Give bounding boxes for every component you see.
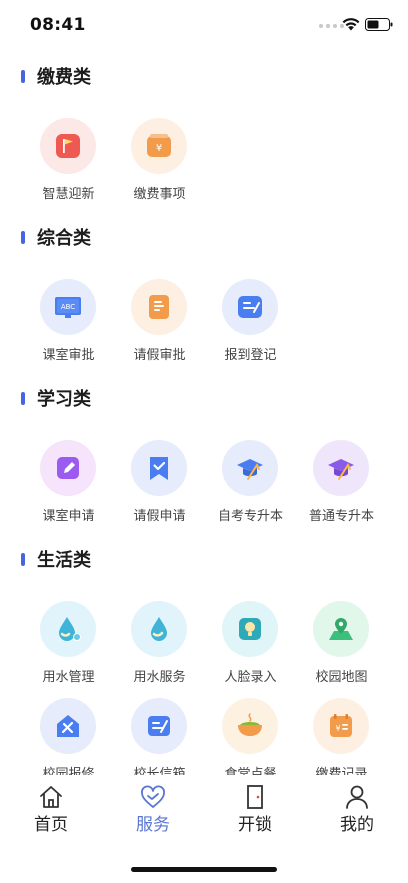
service-water-service[interactable]: 用水服务 (114, 585, 205, 685)
section-title: 生活类 (37, 550, 91, 571)
service-regular-upgrade[interactable]: 普通专升本 (296, 424, 387, 524)
water-drop-gear-icon (59, 617, 81, 641)
door-icon (247, 785, 263, 809)
water-drop-icon (151, 617, 167, 641)
service-label: 普通专升本 (308, 509, 374, 524)
map-pin-icon (329, 618, 353, 640)
section-accent-bar (21, 553, 25, 566)
yuan-wallet-icon: ¥ (147, 134, 171, 157)
repair-house-icon (57, 715, 79, 737)
face-scan-icon (239, 618, 261, 640)
service-label: 请假审批 (133, 348, 186, 363)
service-label: 自考专升本 (217, 509, 283, 524)
bookmark-check-icon (150, 457, 168, 480)
service-label: 智慧迎新 (42, 187, 95, 202)
service-principal-mailbox[interactable]: 校长信箱 (114, 682, 205, 775)
tab-unlock[interactable]: 开锁 (204, 777, 306, 837)
payment-record-icon: ¥ (330, 714, 352, 737)
service-leave-application[interactable]: 请假申请 (114, 424, 205, 524)
section-accent-bar (21, 231, 25, 244)
service-leave-approval[interactable]: 请假审批 (114, 263, 205, 363)
service-checkin-registration[interactable]: 报到登记 (205, 263, 296, 363)
section-header: 生活类 (0, 545, 408, 575)
service-classroom-application[interactable]: 课室申请 (23, 424, 114, 524)
tab-mine[interactable]: 我的 (306, 777, 408, 837)
service-label: 校长信箱 (133, 767, 186, 775)
service-label: 课室申请 (42, 509, 95, 524)
graduation-cap-purple-icon (328, 459, 354, 480)
tab-home[interactable]: 首页 (0, 777, 102, 837)
service-label: 报到登记 (224, 348, 277, 363)
service-campus-map[interactable]: 校园地图 (296, 585, 387, 685)
service-label: 缴费记录 (315, 767, 368, 775)
section-header: 缴费类 (0, 62, 408, 92)
service-self-study-upgrade[interactable]: 自考专升本 (205, 424, 296, 524)
tab-services[interactable]: 服务 (102, 777, 204, 837)
service-campus-repair[interactable]: 校园报修 (23, 682, 114, 775)
section-title: 学习类 (37, 389, 91, 410)
service-face-registration[interactable]: 人脸录入 (205, 585, 296, 685)
flag-icon (56, 134, 80, 158)
svg-text:¥: ¥ (335, 724, 340, 733)
status-time: 08:41 (30, 15, 86, 35)
phone-screen: 08:41 缴费类 智慧迎新 ¥ 缴费事项 综合类 ABC 课室审批 请假审批 … (0, 0, 408, 883)
section-accent-bar (21, 70, 25, 83)
mailbox-pen-icon (148, 716, 170, 736)
status-bar: 08:41 (0, 0, 408, 50)
checkin-card-icon (238, 296, 262, 318)
wifi-icon (342, 18, 360, 31)
abc-board-icon: ABC (55, 297, 81, 318)
section-title: 缴费类 (37, 67, 91, 88)
home-indicator[interactable] (131, 867, 277, 872)
leave-document-icon (149, 295, 169, 319)
heart-service-icon (141, 785, 165, 808)
service-label: 食堂点餐 (224, 767, 277, 775)
section-accent-bar (21, 392, 25, 405)
service-water-management[interactable]: 用水管理 (23, 585, 114, 685)
food-bowl-icon (238, 713, 262, 736)
tab-label: 首页 (34, 815, 68, 835)
service-label: 请假申请 (133, 509, 186, 524)
user-icon (346, 785, 368, 809)
section-header: 综合类 (0, 223, 408, 253)
graduation-cap-icon (237, 459, 263, 480)
battery-icon (365, 18, 393, 31)
home-icon (40, 786, 62, 808)
svg-text:ABC: ABC (61, 303, 75, 311)
service-canteen-ordering[interactable]: 食堂点餐 (205, 682, 296, 775)
pencil-icon (57, 457, 79, 479)
tab-label: 我的 (340, 815, 374, 835)
service-smart-enrollment[interactable]: 智慧迎新 (23, 102, 114, 202)
service-payment-records[interactable]: ¥ 缴费记录 (296, 682, 387, 775)
service-label: 课室审批 (42, 348, 95, 363)
service-label: 缴费事项 (133, 187, 186, 202)
service-label: 校园报修 (42, 767, 95, 775)
tab-label: 服务 (136, 815, 170, 835)
services-content[interactable]: 缴费类 智慧迎新 ¥ 缴费事项 综合类 ABC 课室审批 请假审批 报到登记 学… (0, 50, 408, 775)
section-header: 学习类 (0, 384, 408, 414)
bottom-tab-bar: 首页 服务 开锁 我的 (0, 777, 408, 847)
tab-label: 开锁 (238, 815, 272, 835)
service-classroom-approval[interactable]: ABC 课室审批 (23, 263, 114, 363)
service-payment-items[interactable]: ¥ 缴费事项 (114, 102, 205, 202)
section-title: 综合类 (37, 228, 91, 249)
svg-text:¥: ¥ (156, 143, 162, 154)
